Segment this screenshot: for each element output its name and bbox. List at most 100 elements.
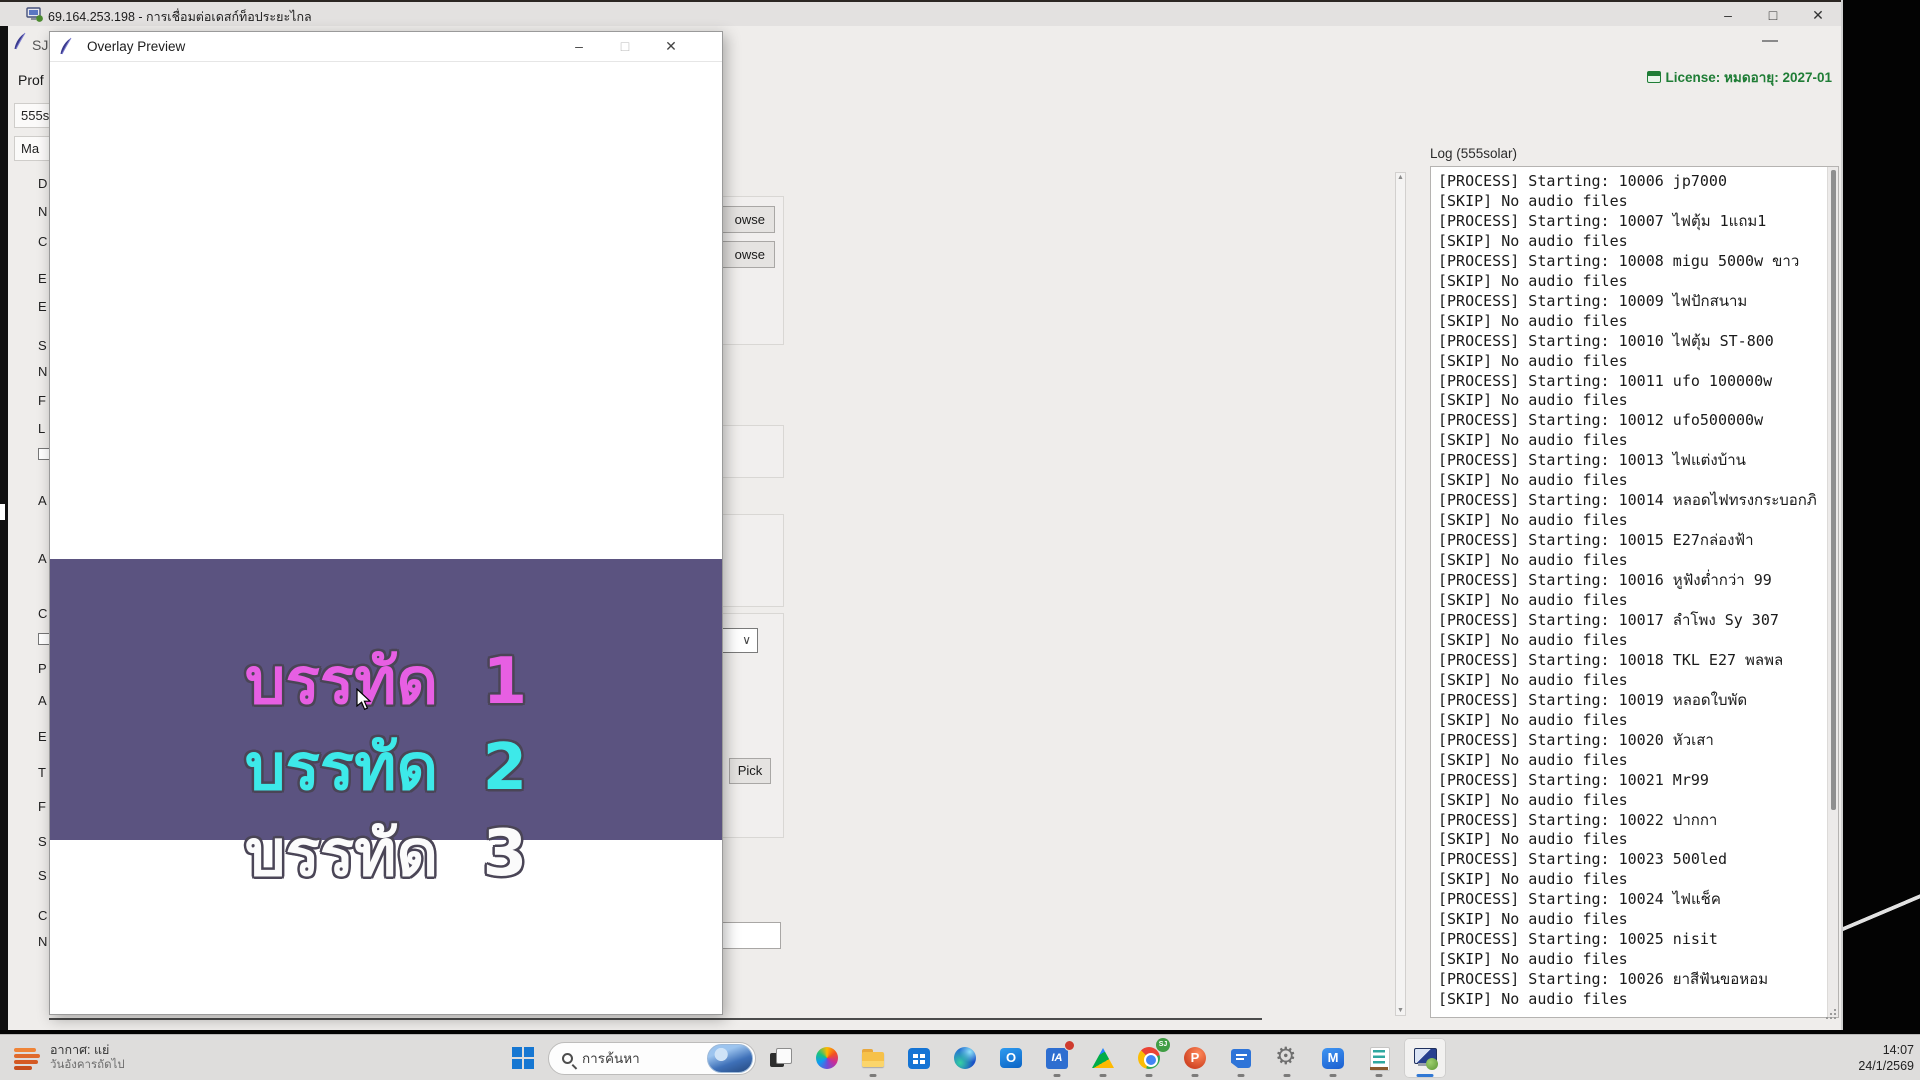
overlay-window-title: Overlay Preview — [87, 39, 185, 54]
start-button[interactable] — [502, 1038, 544, 1078]
remote-desktop-connection-icon — [26, 6, 43, 23]
powerpoint-button[interactable]: P — [1174, 1038, 1216, 1078]
overlay-preview-window: Overlay Preview – □ ✕ บรรทัด 1บรรทัด 2บร… — [49, 31, 723, 1015]
tab-fragment-555s[interactable]: 555s — [14, 103, 54, 128]
scroll-up-icon[interactable]: ▲ — [1397, 174, 1404, 181]
edge-icon — [952, 1045, 978, 1071]
overlay-close-button[interactable]: ✕ — [650, 32, 692, 62]
taskbar: อากาศ: แย่ วันอังคารถัดไป การค้นหา O IA SJ P… — [0, 1034, 1920, 1080]
license-status: License: หมดอายุ: 2027-01 — [1280, 66, 1832, 88]
label-fragment: N — [38, 934, 47, 949]
rdp-maximize-button[interactable]: □ — [1755, 4, 1791, 28]
m-app-button[interactable]: M — [1312, 1038, 1354, 1078]
overlay-minimize-button[interactable]: – — [558, 32, 600, 62]
remote-desktop-button[interactable] — [1404, 1038, 1446, 1078]
session-notch — [0, 504, 5, 520]
copilot-button[interactable] — [806, 1038, 848, 1078]
label-fragment: D — [38, 176, 47, 191]
overlay-line: บรรทัด 1 — [50, 639, 722, 725]
weather-subtext: วันอังคารถัดไป — [50, 1058, 125, 1073]
rdp-window-title: 69.164.253.198 - การเชื่อมต่อเดสก์ท็อประ… — [48, 7, 312, 27]
google-drive-button[interactable] — [1082, 1038, 1124, 1078]
app-feather-icon — [12, 32, 27, 52]
projector-icon — [1228, 1045, 1254, 1071]
rdp-minimize-button[interactable]: – — [1710, 4, 1746, 28]
mouse-cursor — [356, 688, 373, 711]
main-scrollbar[interactable]: ▲ ▼ — [1395, 172, 1406, 1016]
label-fragment: L — [38, 421, 45, 436]
log-scrollbar[interactable] — [1827, 167, 1838, 1017]
label-fragment: E — [38, 299, 47, 314]
edge-button[interactable] — [944, 1038, 986, 1078]
tab-fragment-Ma[interactable]: Ma — [14, 136, 54, 161]
overlay-titlebar[interactable]: Overlay Preview – □ ✕ — [50, 32, 722, 62]
clock-date: 24/1/2569 — [1836, 1058, 1914, 1074]
overlay-line: บรรทัด 3 — [50, 811, 722, 897]
chevron-down-icon: ∨ — [742, 633, 751, 647]
license-icon — [1647, 71, 1661, 83]
label-fragment: C — [38, 908, 47, 923]
file-explorer-button[interactable] — [852, 1038, 894, 1078]
label-fragment: Prof — [18, 72, 44, 88]
running-indicator — [1146, 1074, 1153, 1077]
running-indicator — [1376, 1074, 1383, 1077]
rdp-titlebar[interactable]: 69.164.253.198 - การเชื่อมต่อเดสก์ท็อประ… — [0, 0, 1841, 26]
label-fragment: C — [38, 606, 47, 621]
label-fragment: A — [38, 493, 47, 508]
label-fragment: F — [38, 393, 46, 408]
settings-button[interactable] — [1266, 1038, 1308, 1078]
outlook-icon: O — [998, 1045, 1024, 1071]
chrome-button[interactable]: SJ — [1128, 1038, 1170, 1078]
label-fragment: E — [38, 271, 47, 286]
running-indicator — [1284, 1074, 1291, 1077]
horizontal-scrollbar[interactable] — [49, 1018, 1262, 1020]
search-box[interactable]: การค้นหา — [548, 1042, 756, 1075]
log-scrollbar-thumb[interactable] — [1831, 170, 1836, 810]
running-indicator — [1192, 1074, 1199, 1077]
search-placeholder: การค้นหา — [582, 1047, 698, 1069]
label-fragment: E — [38, 729, 47, 744]
label-fragment: T — [38, 765, 46, 780]
running-indicator — [1417, 1074, 1434, 1077]
pick-color-button[interactable]: Pick — [729, 758, 771, 784]
store-icon — [906, 1045, 932, 1071]
notepad-icon — [1366, 1045, 1392, 1071]
projector-button[interactable] — [1220, 1038, 1262, 1078]
widgets-button[interactable]: อากาศ: แย่ วันอังคารถัดไป — [8, 1038, 238, 1078]
label-fragment: A — [38, 693, 47, 708]
wallpaper-line — [1835, 891, 1920, 934]
store-button[interactable] — [898, 1038, 940, 1078]
overlay-preview-canvas: บรรทัด 1บรรทัด 2บรรทัด 3 — [50, 62, 722, 1014]
notepad-button[interactable] — [1358, 1038, 1400, 1078]
resize-grip[interactable] — [1826, 1008, 1838, 1020]
clock-time: 14:07 — [1836, 1042, 1914, 1058]
subtitle-lines: บรรทัด 1บรรทัด 2บรรทัด 3 — [50, 639, 722, 897]
scroll-down-icon[interactable]: ▼ — [1397, 1007, 1404, 1014]
overlay-feather-icon — [58, 37, 73, 57]
label-fragment: N — [38, 364, 47, 379]
label-fragment: S — [38, 338, 47, 353]
m-app-icon: M — [1320, 1045, 1346, 1071]
app-title-fragment: SJ — [32, 37, 48, 53]
log-output[interactable]: [PROCESS] Starting: 10006 jp7000 [SKIP] … — [1431, 167, 1827, 1017]
outlook-button[interactable]: O — [990, 1038, 1032, 1078]
overlay-maximize-button[interactable]: □ — [604, 32, 646, 62]
label-fragment: A — [38, 551, 47, 566]
start-icon — [510, 1045, 536, 1071]
label-fragment: C — [38, 234, 47, 249]
log-panel: [PROCESS] Starting: 10006 jp7000 [SKIP] … — [1430, 166, 1839, 1018]
running-indicator — [870, 1074, 877, 1077]
search-highlight-image[interactable] — [707, 1044, 753, 1073]
overlay-line: บรรทัด 2 — [50, 725, 722, 811]
powerpoint-icon: P — [1182, 1045, 1208, 1071]
running-indicator — [1238, 1074, 1245, 1077]
taskbar-clock[interactable]: 14:07 24/1/2569 — [1836, 1042, 1914, 1074]
weather-icon — [14, 1047, 40, 1069]
google-drive-icon — [1090, 1045, 1116, 1071]
notification-dot — [1064, 1040, 1075, 1051]
ia-app-button[interactable]: IA — [1036, 1038, 1078, 1078]
task-view-button[interactable] — [760, 1038, 802, 1078]
app-minimize-button[interactable] — [1762, 40, 1778, 42]
rdp-close-button[interactable]: ✕ — [1800, 4, 1836, 28]
settings-icon — [1274, 1045, 1300, 1071]
